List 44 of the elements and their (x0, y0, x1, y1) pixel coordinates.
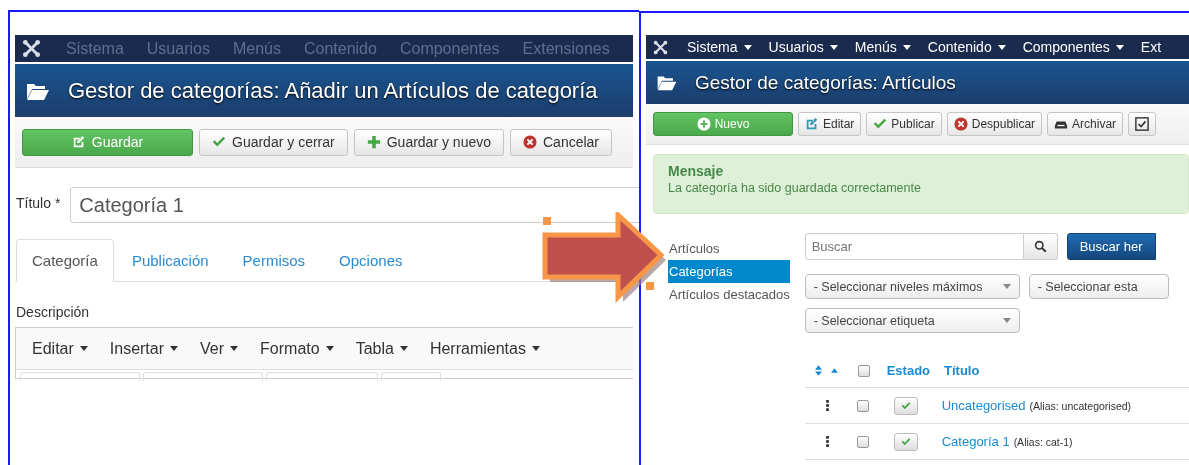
toolbar-button[interactable]: Despublicar (946, 112, 1043, 136)
search-tools-button[interactable]: Buscar her (1066, 233, 1156, 260)
toolbar-button[interactable]: Publicar (866, 112, 942, 136)
filter-dropdown[interactable]: - Seleccionar esta (1028, 274, 1169, 299)
toolbar-button[interactable]: Editar (798, 112, 862, 136)
filter-dropdown[interactable]: - Seleccionar etiqueta (804, 308, 1020, 333)
page-title: Gestor de categorías: Artículos (695, 71, 956, 94)
alias-text: (Alias: cat-1) (1013, 435, 1073, 448)
field-label: Descripción (16, 304, 91, 320)
toolbar-button[interactable]: Archivar (1047, 112, 1124, 136)
column-header[interactable]: Título (944, 363, 980, 378)
sidebar-item[interactable]: Artículos destacados (668, 283, 790, 306)
editor-menu-item[interactable]: Editar (24, 339, 96, 358)
tab[interactable]: Publicación (115, 239, 225, 282)
alias-text: (Alias: uncategorised) (1029, 399, 1132, 412)
toolbar-button[interactable]: Cancelar (510, 128, 613, 156)
category-link[interactable]: Uncategorised (941, 398, 1026, 413)
menu-item[interactable]: Sistema (687, 39, 752, 55)
toolbar-button[interactable]: Guardar y cerrar (199, 128, 348, 156)
tab[interactable]: Categoría (16, 239, 114, 282)
page-title: Gestor de categorías: Añadir un Artículos de categoría (68, 77, 598, 104)
menu-item[interactable]: Ext (1140, 39, 1162, 55)
sidebar-item[interactable]: Categorías (668, 260, 790, 283)
menu-item[interactable]: Contenido (927, 39, 1006, 55)
title-field[interactable]: Categoría 1 (70, 187, 639, 223)
column-header[interactable]: Estado (886, 363, 931, 378)
menu-item[interactable]: Usuarios (768, 39, 838, 55)
field-label: Título * (16, 195, 61, 211)
menu-item[interactable]: Componentes (1022, 39, 1124, 55)
editor-menu-item[interactable]: Ver (192, 339, 247, 358)
message-title: Mensaje (668, 163, 725, 179)
category-link[interactable]: Categoría 1 (941, 434, 1010, 449)
tab[interactable]: Permisos (226, 239, 322, 282)
toolbar-button[interactable]: Guardar y nuevo (353, 128, 504, 156)
menu-item[interactable]: Menús (854, 39, 911, 55)
tab[interactable]: Opciones (323, 239, 419, 282)
search-field[interactable]: Buscar (804, 233, 1024, 260)
sidebar-item[interactable]: Artículos (668, 237, 790, 260)
filter-dropdown[interactable]: - Seleccionar niveles máximos (804, 274, 1020, 299)
editor-menu-item[interactable]: Insertar (101, 339, 187, 358)
editor-menu-item[interactable]: Tabla (347, 339, 416, 358)
editor-menu-item[interactable]: Formato (252, 339, 342, 358)
editor-menu-item[interactable]: Herramientas (421, 339, 548, 358)
message-text: La categoría ha sido guardada correctamente (668, 181, 922, 195)
